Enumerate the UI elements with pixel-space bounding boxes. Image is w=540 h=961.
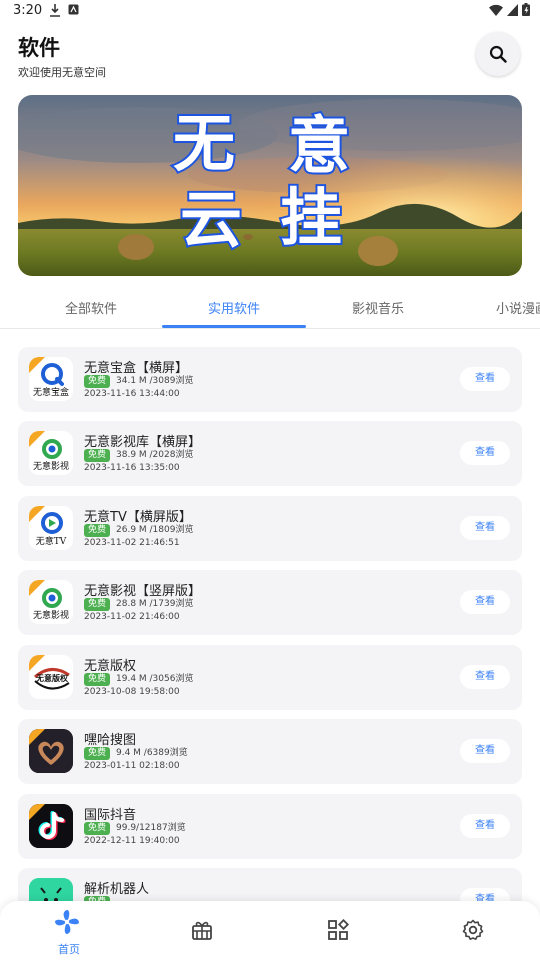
app-date: 2023-11-16 13:44:00	[84, 389, 180, 399]
category-tabs: 全部软件 实用软件 影视音乐 小说漫画	[0, 290, 540, 330]
app-name: 无意影视【竖屏版】	[84, 584, 202, 599]
free-badge: 免费	[84, 822, 111, 835]
list-item[interactable]: 无意版权 无意版权 免费 19.4 M /3056浏览 2023-10-08 1…	[18, 645, 522, 710]
app-icon-text: 无意TV	[36, 535, 67, 547]
status-bar: 3:20	[0, 0, 540, 24]
nav-home-label: 首页	[58, 943, 80, 956]
tab-utility-software[interactable]: 实用软件	[208, 298, 260, 317]
app-icon: 无意TV	[29, 506, 73, 550]
view-button[interactable]: 查看	[460, 739, 510, 763]
list-item[interactable]: 无意影视 无意影视【竖屏版】 免费 28.8 M /1739浏览 2023-11…	[18, 570, 522, 635]
app-date: 2023-11-16 13:35:00	[84, 463, 180, 473]
view-button[interactable]: 查看	[460, 367, 510, 391]
app-icon	[29, 804, 73, 848]
nav-apps[interactable]	[327, 918, 367, 959]
app-icon: 无意影视	[29, 431, 73, 475]
notification-icon	[68, 4, 79, 15]
app-name: 国际抖音	[84, 808, 137, 823]
page-subtitle: 欢迎使用无意空间	[18, 66, 106, 79]
app-icon-text: 无意版权	[35, 673, 69, 683]
app-name: 无意影视库【横屏】	[84, 435, 202, 450]
app-meta: 26.9 M /1809浏览	[116, 525, 194, 535]
nav-gifts[interactable]	[191, 919, 231, 959]
app-name: 嘿哈搜图	[84, 733, 137, 748]
app-name: 无意版权	[84, 659, 137, 674]
list-item[interactable]: 嘿哈搜图 免费 9.4 M /6389浏览 2023-01-11 02:18:0…	[18, 719, 522, 784]
app-icon: 无意影视	[29, 580, 73, 624]
view-button[interactable]: 查看	[460, 441, 510, 465]
free-badge: 免费	[84, 449, 111, 462]
app-date: 2022-12-11 19:40:00	[84, 836, 180, 846]
page-title: 软件	[18, 36, 60, 60]
app-date: 2023-01-11 02:18:00	[84, 761, 180, 771]
tab-video-music[interactable]: 影视音乐	[352, 298, 404, 317]
gift-icon	[192, 921, 212, 940]
app-date: 2023-10-08 19:58:00	[84, 687, 180, 697]
free-badge: 免费	[84, 375, 111, 388]
free-badge: 免费	[84, 747, 111, 760]
list-item[interactable]: 无意宝盒 无意宝盒【横屏】 免费 34.1 M /3089浏览 2023-11-…	[18, 347, 522, 412]
view-button[interactable]: 查看	[460, 590, 510, 614]
divider	[0, 328, 540, 329]
view-button[interactable]: 查看	[460, 665, 510, 689]
banner-image: 无 意 云 挂	[18, 95, 522, 276]
view-button[interactable]: 查看	[460, 516, 510, 540]
free-badge: 免费	[84, 524, 111, 537]
download-icon	[50, 4, 60, 17]
list-item[interactable]: 国际抖音 免费 99.9/12187浏览 2022-12-11 19:40:00…	[18, 794, 522, 859]
app-meta: 99.9/12187浏览	[116, 823, 186, 833]
app-name: 无意宝盒【横屏】	[84, 361, 189, 376]
signal-icon	[507, 3, 518, 16]
app-meta: 38.9 M /2028浏览	[116, 450, 194, 460]
list-item[interactable]: 无意TV 无意TV【横屏版】 免费 26.9 M /1809浏览 2023-11…	[18, 496, 522, 561]
search-button[interactable]	[476, 32, 520, 76]
list-item[interactable]: 无意影视 无意影视库【横屏】 免费 38.9 M /2028浏览 2023-11…	[18, 421, 522, 486]
pinwheel-icon	[55, 910, 79, 934]
gear-icon	[462, 919, 484, 940]
app-name: 解析机器人	[84, 882, 150, 897]
app-icon-text: 无意影视	[33, 460, 69, 472]
tab-all-software[interactable]: 全部软件	[65, 298, 117, 317]
app-meta: 34.1 M /3089浏览	[116, 376, 194, 386]
battery-icon	[522, 3, 530, 16]
app-meta: 19.4 M /3056浏览	[116, 674, 194, 684]
app-meta: 9.4 M /6389浏览	[116, 748, 188, 758]
app-date: 2023-11-02 21:46:00	[84, 612, 180, 622]
view-button[interactable]: 查看	[460, 814, 510, 838]
free-badge: 免费	[84, 673, 111, 686]
app-icon	[29, 729, 73, 773]
wifi-icon	[489, 4, 503, 16]
nav-settings[interactable]	[462, 919, 502, 959]
promo-banner[interactable]: 无 意 云 挂	[18, 95, 522, 276]
app-date: 2023-11-02 21:46:51	[84, 538, 180, 548]
apps-grid-icon	[328, 918, 350, 940]
banner-char: 挂	[280, 181, 342, 254]
tab-novel-comics[interactable]: 小说漫画	[496, 298, 540, 317]
app-icon: 无意版权	[29, 655, 73, 699]
app-icon-text: 无意影视	[33, 609, 69, 621]
banner-char: 意	[288, 109, 350, 182]
banner-char: 云	[180, 183, 242, 256]
app-icon: 无意宝盒	[29, 357, 73, 401]
search-icon	[489, 45, 507, 63]
app-icon-text: 无意宝盒	[33, 386, 69, 398]
app-meta: 28.8 M /1739浏览	[116, 599, 194, 609]
bottom-nav: 首页	[0, 901, 540, 961]
free-badge: 免费	[84, 598, 111, 611]
app-name: 无意TV【横屏版】	[84, 510, 192, 525]
status-time: 3:20	[13, 3, 43, 18]
banner-char: 无	[173, 107, 235, 180]
